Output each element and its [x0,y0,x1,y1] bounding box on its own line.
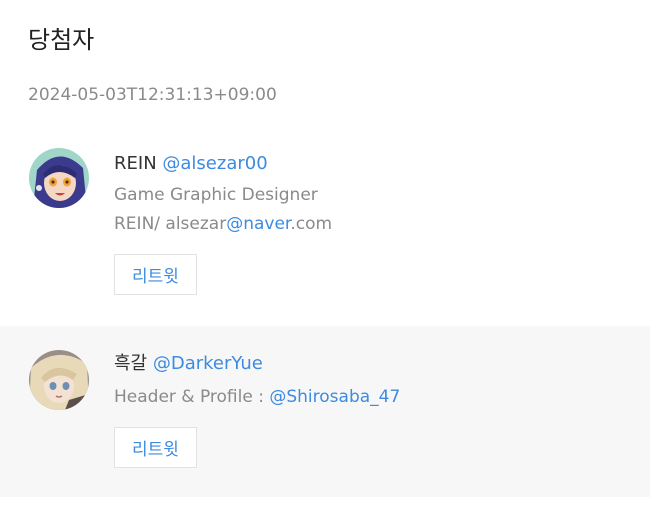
winner-handle-link[interactable]: @alsezar00 [162,153,267,174]
anime-character-avatar-icon [29,148,89,208]
winner-bio: Header & Profile : @Shirosaba_47 [114,383,650,412]
bio-text: Header & Profile : [114,387,270,407]
avatar[interactable] [29,148,89,208]
anime-character-avatar-icon [29,350,89,410]
avatar[interactable] [29,350,89,410]
winner-name-line: 흑갈 @DarkerYue [114,350,650,378]
retweet-button[interactable]: 리트윗 [114,254,197,295]
winner-name-line: REIN @alsezar00 [114,150,650,178]
bio-mention-link[interactable]: @Shirosaba_47 [269,387,400,407]
bio-text: REIN/ alsezar [114,214,227,234]
timestamp: 2024-05-03T12:31:13+09:00 [28,85,277,105]
winner-bio: Game Graphic Designer REIN/ alsezar@nave… [114,181,650,239]
winner-name: REIN [114,153,157,174]
winner-item: 흑갈 @DarkerYue Header & Profile : @Shiros… [0,326,650,497]
retweet-button[interactable]: 리트윗 [114,427,197,468]
winner-handle-link[interactable]: @DarkerYue [153,353,263,374]
bio-line: REIN/ alsezar@naver.com [114,210,650,239]
bio-text: .com [290,214,333,234]
bio-line: Header & Profile : @Shirosaba_47 [114,383,650,412]
winner-item: REIN @alsezar00 Game Graphic Designer RE… [0,124,650,326]
bio-mention-link[interactable]: @naver [226,214,290,234]
bio-line: Game Graphic Designer [114,185,318,205]
winner-name: 흑갈 [114,353,148,374]
winners-header: 당첨자 2024-05-03T12:31:13+09:00 [0,0,650,110]
page-title: 당첨자 [28,26,95,54]
